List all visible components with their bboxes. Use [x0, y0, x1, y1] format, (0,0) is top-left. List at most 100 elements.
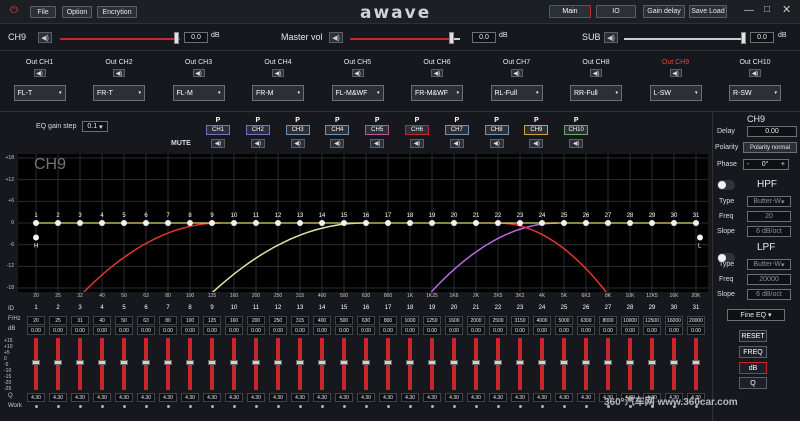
band-fader-knob[interactable] — [142, 360, 150, 365]
band-freq-field[interactable]: 10000 — [621, 316, 639, 325]
band-fader-knob[interactable] — [186, 360, 194, 365]
band-gain-field[interactable]: 0.00 — [577, 326, 595, 335]
eq-channel-3-button[interactable]: CH3 — [285, 125, 310, 135]
band-q-field[interactable]: 4.30 — [71, 393, 89, 402]
fine-eq-select[interactable]: Fine EQ ▾ — [727, 309, 785, 321]
q-button[interactable]: Q — [739, 377, 767, 389]
band-work-indicator[interactable] — [35, 405, 38, 408]
band-work-indicator[interactable] — [189, 405, 192, 408]
channel-mute-icon[interactable]: ◀) — [370, 139, 385, 148]
output-source-select[interactable]: FR-M ▾ — [252, 85, 304, 101]
option-menu[interactable]: Option — [62, 6, 92, 18]
band-q-field[interactable]: 4.30 — [555, 393, 573, 402]
band-q-field[interactable]: 4.30 — [137, 393, 155, 402]
band-fader-knob[interactable] — [340, 360, 348, 365]
band-work-indicator[interactable] — [409, 405, 412, 408]
band-q-field[interactable]: 4.30 — [159, 393, 177, 402]
output-mute-icon[interactable]: ◀) — [669, 69, 682, 77]
hpf-slope-select[interactable]: 6 dB/oct — [747, 226, 791, 237]
band-q-field[interactable]: 4.30 — [511, 393, 529, 402]
output-source-select[interactable]: FR-M&WF ▾ — [411, 85, 463, 101]
band-work-indicator[interactable] — [497, 405, 500, 408]
band-gain-field[interactable]: 0.00 — [137, 326, 155, 335]
sub-speaker-icon[interactable]: ◀) — [604, 32, 618, 43]
band-freq-field[interactable]: 20 — [27, 316, 45, 325]
band-gain-field[interactable]: 0.00 — [93, 326, 111, 335]
file-menu[interactable]: File — [30, 6, 56, 18]
output-mute-icon[interactable]: ◀) — [272, 69, 284, 77]
band-gain-field[interactable]: 0.00 — [203, 326, 221, 335]
band-freq-field[interactable]: 6300 — [577, 316, 595, 325]
master-speaker-icon[interactable]: ◀) — [329, 32, 343, 43]
band-fader-knob[interactable] — [120, 360, 128, 365]
ch9-volume-value[interactable]: 0.0 — [184, 32, 208, 43]
band-work-indicator[interactable] — [321, 405, 324, 408]
master-volume-value[interactable]: 0.0 — [472, 32, 496, 43]
band-fader-knob[interactable] — [164, 360, 172, 365]
band-work-indicator[interactable] — [563, 405, 566, 408]
band-gain-field[interactable]: 0.00 — [445, 326, 463, 335]
band-gain-field[interactable]: 0.00 — [665, 326, 683, 335]
channel-mute-icon[interactable]: ◀) — [449, 139, 464, 148]
eq-response-graph[interactable]: 1 2 3 4 5 6 7 8 9 10 11 12 13 14 15 16 17 18 19 20 21 22 23 24 2… — [18, 154, 708, 292]
output-mute-icon[interactable]: ◀) — [749, 69, 761, 77]
eq-channel-2-button[interactable]: CH2 — [245, 125, 270, 135]
band-fader-knob[interactable] — [252, 360, 260, 365]
band-q-field[interactable]: 4.30 — [577, 393, 595, 402]
band-fader-knob[interactable] — [692, 360, 700, 365]
band-q-field[interactable]: 4.30 — [93, 393, 111, 402]
band-work-indicator[interactable] — [365, 405, 368, 408]
output-source-select[interactable]: RR-Full ▾ — [570, 85, 622, 101]
band-gain-field[interactable]: 0.00 — [247, 326, 265, 335]
output-mute-icon[interactable]: ◀) — [33, 69, 46, 77]
band-fader-knob[interactable] — [450, 360, 458, 365]
band-gain-field[interactable]: 0.00 — [687, 326, 705, 335]
band-work-indicator[interactable] — [145, 405, 148, 408]
band-freq-field[interactable]: 125 — [203, 316, 221, 325]
lpf-type-select[interactable]: Butter-W ▾ — [747, 259, 791, 270]
sub-volume-knob[interactable] — [741, 32, 746, 44]
band-gain-field[interactable]: 0.00 — [27, 326, 45, 335]
band-freq-field[interactable]: 250 — [269, 316, 287, 325]
band-freq-field[interactable]: 500 — [335, 316, 353, 325]
band-gain-field[interactable]: 0.00 — [269, 326, 287, 335]
band-q-field[interactable]: 4.30 — [115, 393, 133, 402]
save-load-tab[interactable]: Save Load — [689, 5, 727, 18]
output-channel-name[interactable]: Out CH4 — [239, 59, 318, 66]
band-gain-field[interactable]: 0.00 — [555, 326, 573, 335]
band-q-field[interactable]: 4.30 — [181, 393, 199, 402]
band-gain-field[interactable]: 0.00 — [533, 326, 551, 335]
band-q-field[interactable]: 4.30 — [467, 393, 485, 402]
output-channel-name[interactable]: Out CH1 — [0, 59, 79, 66]
phase-control[interactable]: - 0° + — [743, 159, 789, 170]
output-mute-icon[interactable]: ◀) — [510, 69, 523, 77]
channel-mute-icon[interactable]: ◀) — [410, 139, 424, 148]
band-work-indicator[interactable] — [255, 405, 258, 408]
band-freq-field[interactable]: 630 — [357, 316, 375, 325]
channel-mute-icon[interactable]: ◀) — [489, 139, 504, 148]
band-work-indicator[interactable] — [387, 405, 390, 408]
encryption-menu[interactable]: Encrytion — [97, 6, 137, 18]
phase-minus-button[interactable]: - — [747, 161, 749, 168]
band-fader-knob[interactable] — [626, 360, 634, 365]
band-freq-field[interactable]: 16000 — [665, 316, 683, 325]
eq-channel-6-button[interactable]: CH6 — [405, 125, 429, 135]
io-tab[interactable]: IO — [596, 5, 636, 18]
output-source-select[interactable]: FL-M ▾ — [172, 85, 225, 101]
output-source-select[interactable]: L-SW ▾ — [649, 85, 702, 101]
band-q-field[interactable]: 4.30 — [401, 393, 419, 402]
master-volume-knob[interactable] — [449, 32, 454, 44]
band-work-indicator[interactable] — [79, 405, 82, 408]
band-fader-knob[interactable] — [230, 360, 238, 365]
band-fader-knob[interactable] — [428, 360, 436, 365]
band-work-indicator[interactable] — [453, 405, 456, 408]
band-fader-knob[interactable] — [406, 360, 414, 365]
band-work-indicator[interactable] — [299, 405, 302, 408]
band-freq-field[interactable]: 3150 — [511, 316, 529, 325]
output-channel-name[interactable]: Out CH8 — [557, 59, 636, 66]
band-gain-field[interactable]: 0.00 — [115, 326, 133, 335]
band-gain-field[interactable]: 0.00 — [225, 326, 243, 335]
band-gain-field[interactable]: 0.00 — [621, 326, 639, 335]
band-fader-knob[interactable] — [384, 360, 392, 365]
band-work-indicator[interactable] — [123, 405, 126, 408]
